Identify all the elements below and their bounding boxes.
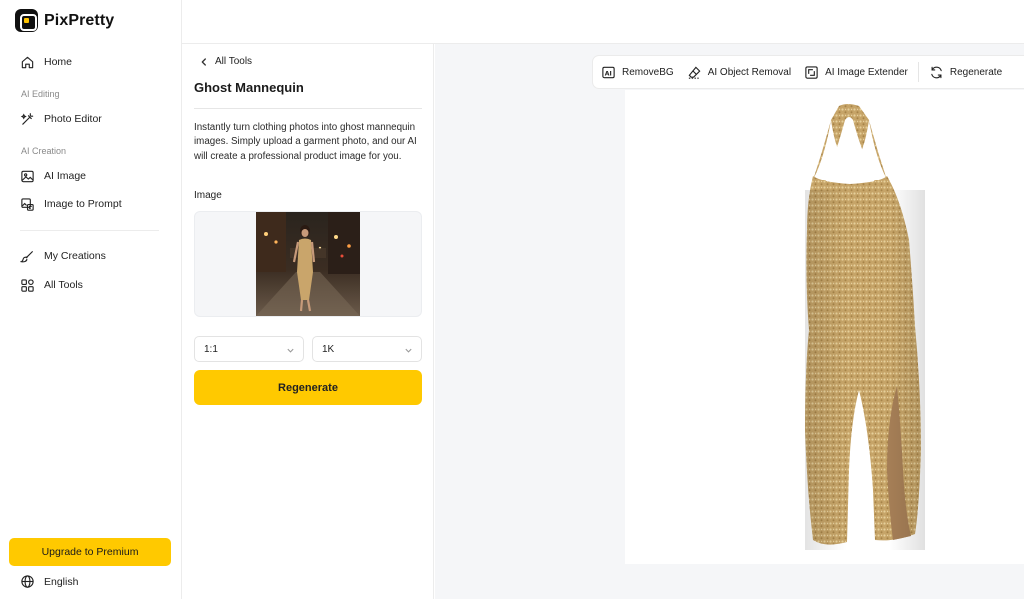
home-icon <box>21 56 34 68</box>
sidebar-item-photo-editor[interactable]: Photo Editor <box>20 110 102 128</box>
chevron-down-icon <box>287 348 294 353</box>
tool-description: Instantly turn clothing photos into ghos… <box>194 122 417 162</box>
sidebar-item-ai-image[interactable]: AI Image <box>20 167 86 185</box>
svg-text:AI: AI <box>605 70 612 77</box>
toolbar-separator <box>917 62 919 82</box>
sidebar-item-label: Photo Editor <box>44 113 102 125</box>
uploaded-image-thumbnail[interactable] <box>256 212 360 316</box>
toolbar-remove-bg-button[interactable]: AI RemoveBG <box>601 65 674 80</box>
chevron-down-icon <box>405 348 412 353</box>
sidebar-item-label: My Creations <box>44 250 106 262</box>
toolbar-label: Regenerate <box>949 66 1003 78</box>
toolbar-regenerate-button[interactable]: Regenerate <box>929 65 1002 80</box>
eraser-icon <box>688 66 701 79</box>
result-image[interactable] <box>625 90 1024 564</box>
chevron-left-icon <box>201 57 206 66</box>
expand-icon <box>805 65 818 79</box>
logo-icon <box>15 9 38 32</box>
sidebar: PixPretty Home AI Editing Photo Editor A… <box>0 0 182 599</box>
globe-icon <box>21 575 34 588</box>
resolution-select[interactable]: 1K <box>312 336 422 362</box>
sidebar-item-my-creations[interactable]: My Creations <box>20 247 106 265</box>
section-ai-creation: AI Creation <box>21 146 67 156</box>
image-icon <box>21 170 34 182</box>
app-root: PixPretty Home AI Editing Photo Editor A… <box>0 0 1024 599</box>
sidebar-item-label: AI Image <box>44 170 87 182</box>
back-label: All Tools <box>215 56 253 67</box>
language-label: English <box>44 575 79 588</box>
image-prompt-icon <box>21 197 34 211</box>
grid-icon <box>21 278 34 292</box>
sidebar-item-label: All Tools <box>44 279 83 291</box>
aspect-ratio-value: 1:1 <box>204 343 218 355</box>
upgrade-premium-button[interactable]: Upgrade to Premium <box>9 538 171 566</box>
image-label: Image <box>194 190 222 201</box>
aspect-ratio-select[interactable]: 1:1 <box>194 336 304 362</box>
language-selector[interactable]: English <box>20 574 78 589</box>
sidebar-item-home[interactable]: Home <box>20 53 72 71</box>
back-to-all-tools[interactable]: All Tools <box>199 56 252 67</box>
regenerate-button[interactable]: Regenerate <box>194 370 422 405</box>
sidebar-item-image-to-prompt[interactable]: Image to Prompt <box>20 195 122 213</box>
section-ai-editing: AI Editing <box>21 89 60 99</box>
panel-divider <box>194 108 422 109</box>
sidebar-item-all-tools[interactable]: All Tools <box>20 276 83 294</box>
toolbar-object-removal-button[interactable]: AI Object Removal <box>687 65 791 80</box>
toolbar-label: AI Object Removal <box>707 66 792 78</box>
image-toolbar: AI RemoveBG AI Object Removal AI Image E… <box>592 55 1024 89</box>
magic-edit-icon <box>20 112 34 125</box>
logo[interactable]: PixPretty <box>15 9 114 32</box>
resolution-value: 1K <box>322 343 335 355</box>
sidebar-item-label: Image to Prompt <box>44 198 122 210</box>
sidebar-item-label: Home <box>44 56 73 68</box>
refresh-icon <box>931 66 942 78</box>
tool-panel: All Tools Ghost Mannequin Instantly turn… <box>182 44 434 599</box>
toolbar-label: RemoveBG <box>622 66 674 78</box>
toolbar-image-extender-button[interactable]: AI Image Extender <box>804 65 908 80</box>
sidebar-divider <box>20 230 159 231</box>
remove-bg-icon: AI <box>602 66 615 78</box>
page-title: Ghost Mannequin <box>194 80 304 95</box>
image-upload-area[interactable] <box>194 211 422 317</box>
toolbar-label: AI Image Extender <box>825 66 908 78</box>
brush-icon <box>20 250 34 262</box>
brand-name: PixPretty <box>44 11 115 29</box>
